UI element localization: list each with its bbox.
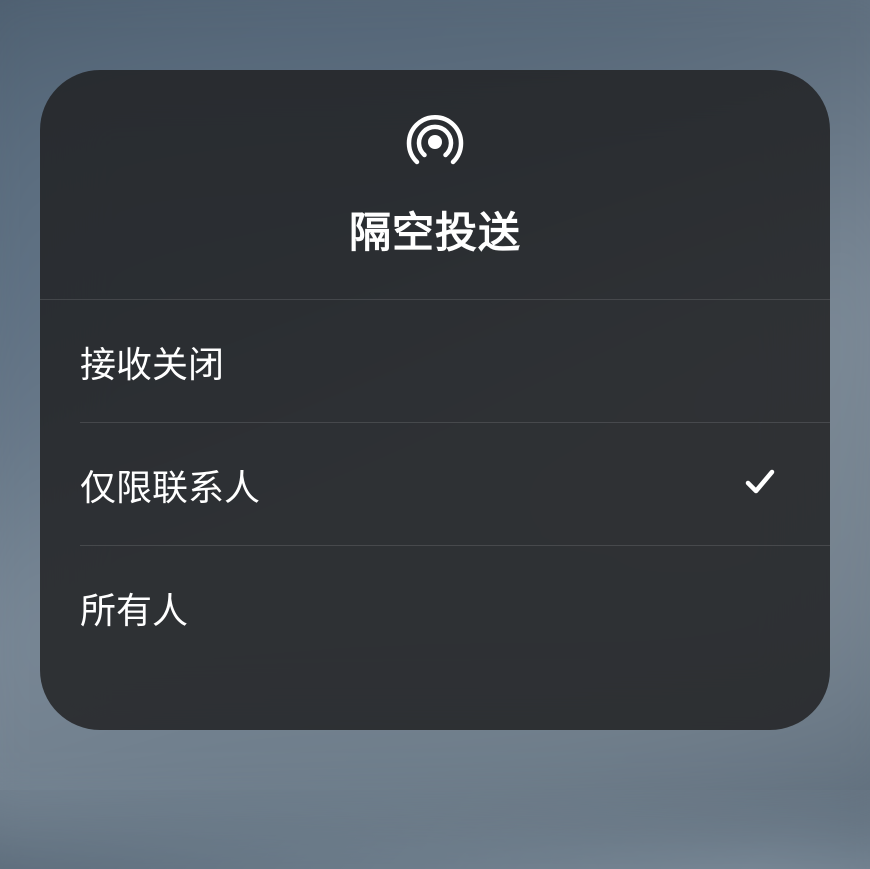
option-contacts-only[interactable]: 仅限联系人 [40,423,830,546]
option-label: 接收关闭 [80,336,224,388]
option-everyone[interactable]: 所有人 [40,546,830,669]
option-label: 所有人 [80,582,188,634]
option-label: 仅限联系人 [80,459,260,511]
airdrop-settings-panel: 隔空投送 接收关闭 仅限联系人 所有人 [40,70,830,730]
panel-header: 隔空投送 [40,70,830,300]
airdrop-icon [402,109,468,175]
panel-title: 隔空投送 [349,199,521,260]
options-list: 接收关闭 仅限联系人 所有人 [40,300,830,669]
option-receiving-off[interactable]: 接收关闭 [40,300,830,423]
checkmark-icon [742,464,778,505]
